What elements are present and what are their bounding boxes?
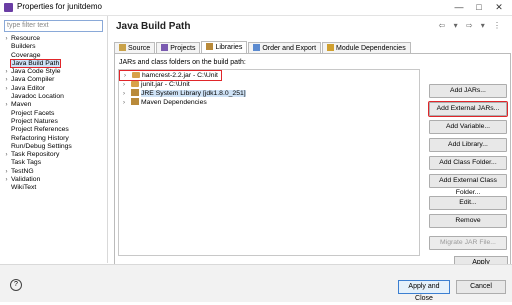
tree-item[interactable]: Project Facets — [2, 110, 106, 118]
tab-icon — [206, 43, 214, 50]
tree-item-label: Refactoring History — [11, 134, 69, 142]
build-path-entry[interactable]: › JRE System Library [jdk1.8.0_251] — [119, 89, 419, 98]
tree-item[interactable]: › Task Repository — [2, 151, 106, 159]
button-column: Add JARs... Add External JARs... Add Varia… — [428, 84, 508, 254]
panel-label: JARs and class folders on the build path… — [119, 59, 246, 66]
tree-item[interactable]: › Java Editor — [2, 85, 106, 93]
expand-arrow-icon[interactable]: › — [2, 85, 11, 93]
tree-item-label: Task Repository — [11, 151, 60, 159]
tree-item-label: Java Compiler — [11, 76, 55, 84]
tree-item-label: Java Build Path — [9, 58, 62, 68]
tree-item[interactable]: › Java Code Style — [2, 68, 106, 76]
preferences-sidebar: type filter text › Resource Builders Covera… — [0, 16, 108, 263]
tab-label: Projects — [170, 45, 196, 52]
expand-arrow-icon[interactable]: › — [2, 151, 11, 159]
jar-icon — [132, 72, 140, 78]
tree-item-label: Resource — [11, 35, 41, 42]
tree-item-label: Project References — [11, 126, 69, 134]
tree-item[interactable]: Project References — [2, 126, 106, 134]
tree-item-label: TestNG — [11, 167, 34, 175]
expand-arrow-icon[interactable]: › — [2, 176, 11, 184]
build-path-entry[interactable]: › hamcrest-2.2.jar - C:\Unit — [119, 70, 222, 81]
jar-icon — [131, 81, 139, 87]
tab-icon — [253, 44, 261, 51]
footer: ? Apply and Close Cancel — [0, 264, 512, 302]
tree-item-label: Java Editor — [11, 84, 46, 92]
edit-button[interactable]: Edit... — [429, 196, 507, 210]
help-icon[interactable]: ? — [10, 279, 22, 291]
tree-item[interactable]: Coverage — [2, 52, 106, 60]
tab-icon — [119, 44, 126, 51]
tree-item-label: WikiText — [11, 184, 37, 192]
eclipse-icon — [4, 3, 13, 12]
add-variable-button[interactable]: Add Variable... — [429, 120, 507, 134]
window-title: Properties for junitdemo — [17, 2, 102, 11]
build-path-entry[interactable]: › junit.jar - C:\Unit — [119, 80, 419, 89]
page-title: Java Build Path — [116, 21, 191, 32]
navigation-icons[interactable]: ⇦ ▾ ⇨ ▾ ⋮ — [439, 21, 504, 30]
add-jars-button[interactable]: Add JARs... — [429, 84, 507, 98]
title-bar: Properties for junitdemo — □ ✕ — [0, 0, 512, 16]
entry-label: JRE System Library [jdk1.8.0_251] — [141, 90, 246, 97]
tree-item[interactable]: Refactoring History — [2, 135, 106, 143]
tree-item[interactable]: Java Build Path — [2, 58, 106, 68]
main-panel: Java Build Path ⇦ ▾ ⇨ ▾ ⋮ Source Projects… — [108, 16, 512, 270]
tree-item-label: Project Natures — [11, 117, 58, 125]
add-library-button[interactable]: Add Library... — [429, 138, 507, 152]
tree-item[interactable]: › Resource — [2, 35, 106, 43]
entry-label: Maven Dependencies — [141, 99, 207, 106]
tree-item-label: Builders — [11, 43, 36, 51]
expand-arrow-icon[interactable]: › — [2, 35, 11, 43]
property-tree: › Resource Builders Coverage Java Build Path… — [2, 35, 106, 193]
add-class-folder-button[interactable]: Add Class Folder... — [429, 156, 507, 170]
tree-item[interactable]: › Maven — [2, 101, 106, 109]
remove-button[interactable]: Remove — [429, 214, 507, 228]
maximize-button[interactable]: □ — [472, 1, 486, 13]
tree-item-label: Maven — [11, 101, 32, 109]
expand-arrow-icon[interactable]: › — [2, 76, 11, 84]
tree-item[interactable]: Run/Debug Settings — [2, 143, 106, 151]
build-path-entry[interactable]: › Maven Dependencies — [119, 98, 419, 107]
tree-item[interactable]: Task Tags — [2, 159, 106, 167]
filter-input[interactable]: type filter text — [4, 20, 103, 32]
entry-label: hamcrest-2.2.jar - C:\Unit — [142, 72, 218, 79]
minimize-button[interactable]: — — [452, 1, 466, 13]
tab-label: Module Dependencies — [336, 45, 406, 52]
tab-label: Source — [128, 45, 151, 52]
tree-item-label: Run/Debug Settings — [11, 142, 72, 150]
close-button[interactable]: ✕ — [492, 1, 506, 13]
tree-item[interactable]: Javadoc Location — [2, 93, 106, 101]
tab-icon — [161, 44, 169, 51]
tree-item-label: Javadoc Location — [11, 93, 64, 101]
migrate-jar-file-button[interactable]: Migrate JAR File... — [429, 236, 507, 250]
libraries-panel: JARs and class folders on the build path… — [114, 53, 511, 267]
tab-label: Order and Export — [262, 45, 317, 52]
add-external-jars-button[interactable]: Add External JARs... — [428, 101, 508, 117]
tree-item-label: Java Code Style — [11, 68, 61, 76]
entry-label: junit.jar - C:\Unit — [141, 81, 190, 88]
library-icon — [131, 89, 139, 96]
expand-arrow-icon[interactable]: › — [2, 168, 11, 176]
add-external-class-folder-button[interactable]: Add External Class Folder... — [429, 174, 507, 196]
apply-and-close-button[interactable]: Apply and Close — [398, 280, 450, 302]
tree-item-label: Project Facets — [11, 109, 55, 117]
tab-icon — [327, 44, 335, 51]
expand-arrow-icon[interactable]: › — [2, 68, 11, 76]
tree-item[interactable]: › Validation — [2, 176, 106, 184]
tree-item[interactable]: › TestNG — [2, 168, 106, 176]
tab-label: Libraries — [215, 44, 243, 51]
tree-item-label: Task Tags — [11, 159, 42, 167]
tree-item[interactable]: WikiText — [2, 184, 106, 192]
library-icon — [131, 98, 139, 105]
tree-item-label: Validation — [11, 176, 41, 184]
cancel-button[interactable]: Cancel — [456, 280, 506, 294]
build-path-list: › hamcrest-2.2.jar - C:\Unit › junit.jar - … — [118, 69, 420, 256]
tree-item[interactable]: › Java Compiler — [2, 76, 106, 84]
tree-item[interactable]: Project Natures — [2, 118, 106, 126]
expand-arrow-icon[interactable]: › — [2, 101, 11, 109]
tree-item-label: Coverage — [11, 51, 41, 59]
tree-item[interactable]: Builders — [2, 43, 106, 51]
tab-bar: Source Projects Libraries Order and Export M… — [114, 41, 412, 54]
expand-arrow-icon[interactable]: › — [123, 99, 131, 108]
